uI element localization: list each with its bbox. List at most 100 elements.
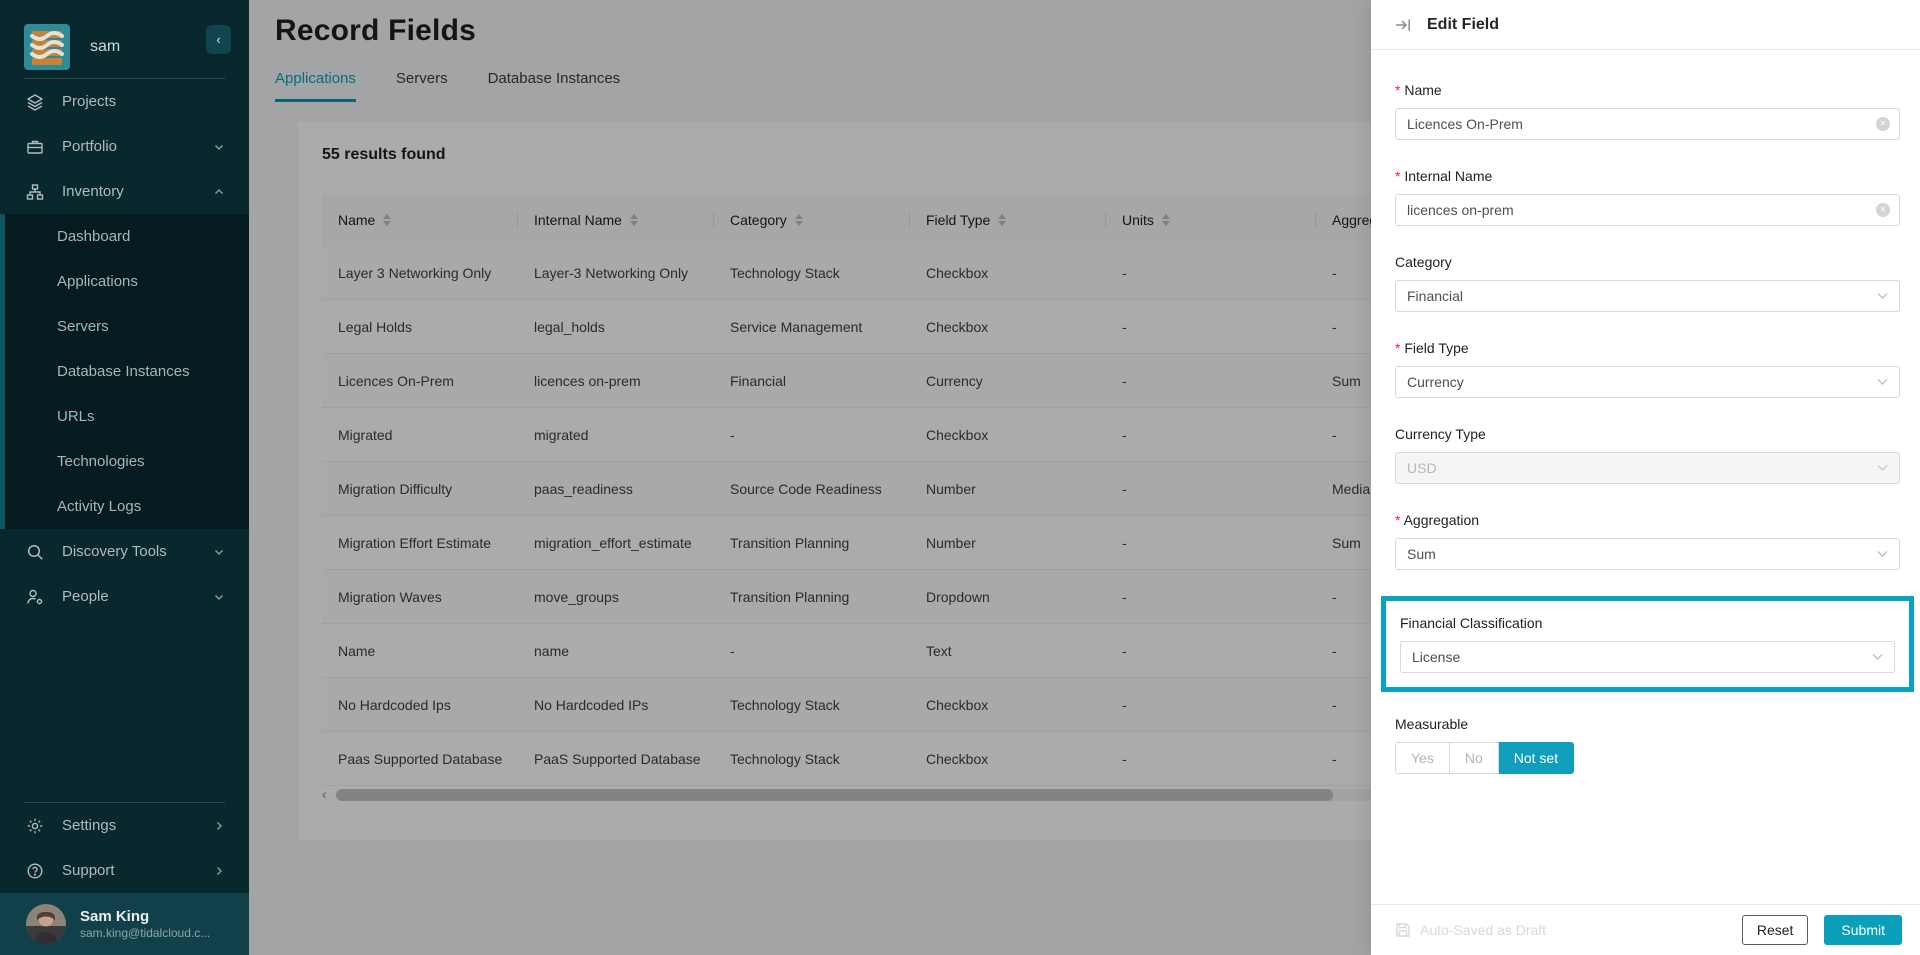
field-label: Name <box>1395 80 1900 100</box>
briefcase-icon <box>26 137 46 157</box>
sidebar-item-label: Settings <box>62 817 116 834</box>
sidebar-item-database-instances[interactable]: Database Instances <box>5 349 249 394</box>
search-icon <box>26 542 46 562</box>
save-icon <box>1395 922 1411 938</box>
field-label: Field Type <box>1395 338 1900 358</box>
field-label: Internal Name <box>1395 166 1900 186</box>
field-label: Aggregation <box>1395 510 1900 530</box>
user-email: sam.king@tidalcloud.c... <box>80 926 210 941</box>
drawer-mask[interactable] <box>249 0 1371 955</box>
tidal-logo-icon <box>24 24 70 70</box>
chevron-down-icon <box>213 546 225 558</box>
avatar <box>26 904 66 944</box>
sidebar-item-people[interactable]: People <box>0 574 249 619</box>
drawer-body: Name ✕ Internal Name ✕ Category Financia… <box>1371 50 1920 774</box>
chevron-down-icon <box>1877 551 1888 558</box>
field-measurable: Measurable Yes No Not set <box>1395 714 1900 774</box>
sidebar-item-label: Inventory <box>62 183 124 200</box>
field-currency-type: Currency Type USD <box>1395 424 1900 484</box>
field-label: Financial Classification <box>1400 613 1895 633</box>
submit-button[interactable]: Submit <box>1824 915 1902 945</box>
sidebar-item-applications[interactable]: Applications <box>5 259 249 304</box>
measurable-segmented-control: Yes No Not set <box>1395 742 1574 774</box>
chevron-up-icon <box>213 186 225 198</box>
autosave-text: Auto-Saved as Draft <box>1420 922 1546 938</box>
sidebar-item-label: Support <box>62 862 115 879</box>
measurable-no-button[interactable]: No <box>1450 742 1499 774</box>
hierarchy-icon <box>26 182 46 202</box>
field-type-select[interactable]: Currency <box>1395 366 1900 398</box>
sidebar-item-label: Technologies <box>57 453 145 470</box>
chevron-right-icon <box>213 865 225 877</box>
sidebar-item-label: Database Instances <box>57 363 190 380</box>
sidebar-collapse-button[interactable]: ‹ <box>206 25 231 54</box>
field-label: Measurable <box>1395 714 1900 734</box>
financial-classification-highlight: Financial Classification License <box>1381 596 1914 692</box>
select-value: Financial <box>1407 288 1463 304</box>
sidebar-item-discovery-tools[interactable]: Discovery Tools <box>0 529 249 574</box>
field-category: Category Financial <box>1395 252 1900 312</box>
sidebar-item-activity-logs[interactable]: Activity Logs <box>5 484 249 529</box>
chevron-down-icon <box>213 141 225 153</box>
drawer-header: Edit Field <box>1371 0 1920 50</box>
drawer-title: Edit Field <box>1427 16 1499 34</box>
sidebar-item-label: People <box>62 588 109 605</box>
internal-name-input[interactable] <box>1395 194 1900 226</box>
sidebar-spacer <box>0 619 249 802</box>
measurable-yes-button[interactable]: Yes <box>1395 742 1450 774</box>
user-profile[interactable]: Sam King sam.king@tidalcloud.c... <box>0 893 249 955</box>
sidebar-item-label: URLs <box>57 408 95 425</box>
field-aggregation: Aggregation Sum <box>1395 510 1900 570</box>
chevron-down-icon <box>1872 654 1883 661</box>
sidebar-item-settings[interactable]: Settings <box>0 803 249 848</box>
category-select[interactable]: Financial <box>1395 280 1900 312</box>
autosave-status: Auto-Saved as Draft <box>1395 922 1546 938</box>
workspace-switcher[interactable]: sam ‹ <box>0 0 249 78</box>
chevron-left-icon: ‹ <box>216 32 220 47</box>
aggregation-select[interactable]: Sum <box>1395 538 1900 570</box>
select-value: Sum <box>1407 546 1436 562</box>
measurable-not-set-button[interactable]: Not set <box>1499 742 1574 774</box>
field-financial-classification: Financial Classification License <box>1400 613 1895 673</box>
clear-icon[interactable]: ✕ <box>1876 203 1890 217</box>
sidebar-item-projects[interactable]: Projects <box>0 79 249 124</box>
user-name: Sam King <box>80 907 210 926</box>
sidebar-item-label: Servers <box>57 318 109 335</box>
drawer-footer: Auto-Saved as Draft Reset Submit <box>1371 904 1920 955</box>
select-value: Currency <box>1407 374 1464 390</box>
user-meta: Sam King sam.king@tidalcloud.c... <box>80 907 210 941</box>
sidebar-item-label: Portfolio <box>62 138 117 155</box>
clear-icon[interactable]: ✕ <box>1876 117 1890 131</box>
gear-icon <box>26 816 46 836</box>
collapse-drawer-icon[interactable] <box>1395 17 1411 33</box>
field-label: Category <box>1395 252 1900 272</box>
field-field-type: Field Type Currency <box>1395 338 1900 398</box>
select-value: License <box>1412 649 1460 665</box>
sidebar-item-portfolio[interactable]: Portfolio <box>0 124 249 169</box>
sidebar-item-label: Activity Logs <box>57 498 141 515</box>
workspace-name: sam <box>90 38 120 56</box>
sidebar-item-servers[interactable]: Servers <box>5 304 249 349</box>
chevron-down-icon <box>213 591 225 603</box>
financial-classification-select[interactable]: License <box>1400 641 1895 673</box>
layers-icon <box>26 92 46 112</box>
sidebar: sam ‹ Projects Portfolio <box>0 0 249 955</box>
field-name: Name ✕ <box>1395 80 1900 140</box>
edit-field-drawer: Edit Field Name ✕ Internal Name ✕ Catego… <box>1371 0 1920 955</box>
question-circle-icon <box>26 861 46 881</box>
chevron-down-icon <box>1877 293 1888 300</box>
field-internal-name: Internal Name ✕ <box>1395 166 1900 226</box>
currency-type-select: USD <box>1395 452 1900 484</box>
sidebar-item-support[interactable]: Support <box>0 848 249 893</box>
sidebar-item-inventory[interactable]: Inventory <box>0 169 249 214</box>
chevron-right-icon <box>213 820 225 832</box>
field-label: Currency Type <box>1395 424 1900 444</box>
sidebar-item-dashboard[interactable]: Dashboard <box>5 214 249 259</box>
sidebar-item-label: Applications <box>57 273 138 290</box>
inventory-submenu: Dashboard Applications Servers Database … <box>0 214 249 529</box>
drawer-actions: Reset Submit <box>1742 915 1902 945</box>
sidebar-item-urls[interactable]: URLs <box>5 394 249 439</box>
sidebar-item-technologies[interactable]: Technologies <box>5 439 249 484</box>
name-input[interactable] <box>1395 108 1900 140</box>
reset-button[interactable]: Reset <box>1742 915 1809 945</box>
